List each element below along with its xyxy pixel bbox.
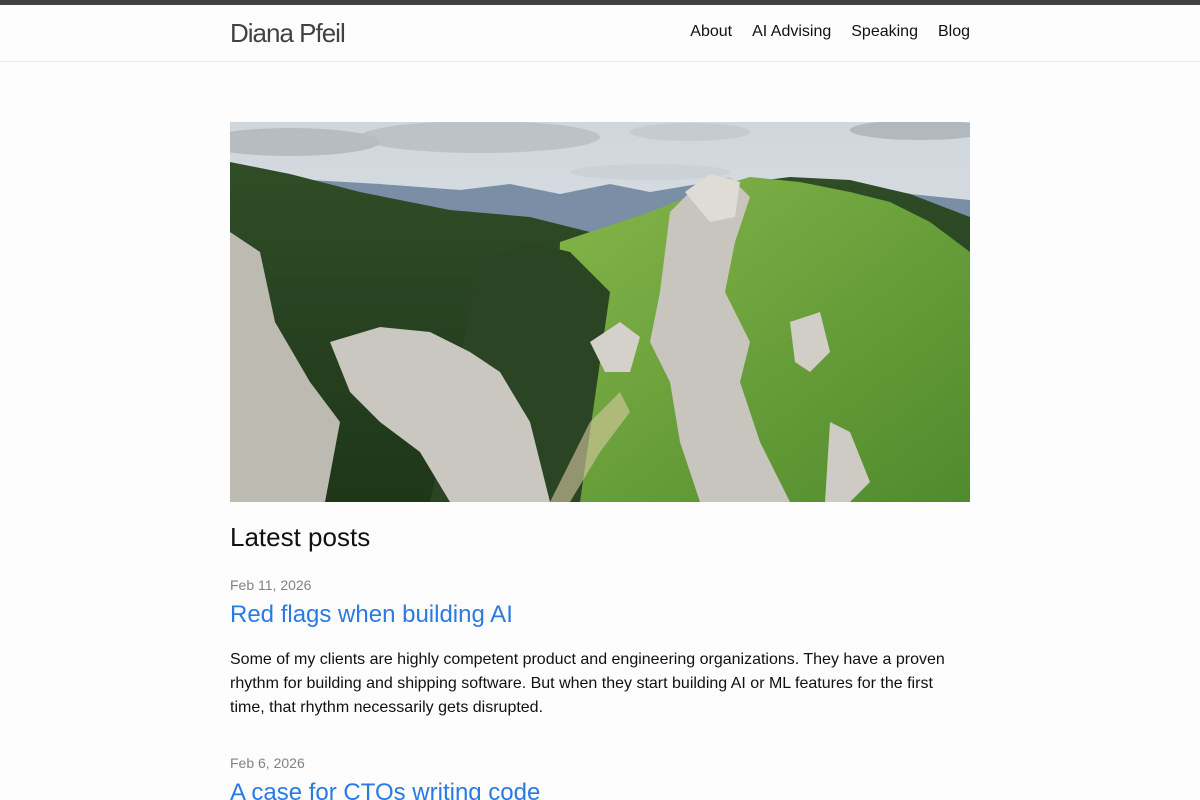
- list-item: Feb 6, 2026 A case for CTOs writing code: [230, 754, 970, 800]
- section-title: Latest posts: [230, 522, 371, 552]
- list-item: Feb 11, 2026 Red flags when building AI …: [230, 576, 970, 720]
- post-title-link[interactable]: A case for CTOs writing code: [230, 778, 970, 800]
- nav-item-ai-advising[interactable]: AI Advising: [752, 22, 831, 42]
- nav-item-blog[interactable]: Blog: [938, 22, 970, 42]
- site-nav: About AI Advising Speaking Blog: [690, 22, 970, 42]
- post-date: Feb 11, 2026: [230, 577, 312, 593]
- site-title-link[interactable]: Diana Pfeil: [230, 18, 346, 48]
- nav-item-speaking[interactable]: Speaking: [851, 22, 918, 42]
- main-content: Latest posts Feb 11, 2026 Red flags when…: [0, 62, 1200, 800]
- post-list: Feb 11, 2026 Red flags when building AI …: [230, 576, 970, 800]
- post-title-link[interactable]: Red flags when building AI: [230, 600, 970, 630]
- hero-image: [230, 122, 970, 502]
- nav-item-about[interactable]: About: [690, 22, 732, 42]
- site-header: Diana Pfeil About AI Advising Speaking B…: [0, 5, 1200, 62]
- post-excerpt: Some of my clients are highly competent …: [230, 651, 945, 716]
- post-date: Feb 6, 2026: [230, 755, 305, 771]
